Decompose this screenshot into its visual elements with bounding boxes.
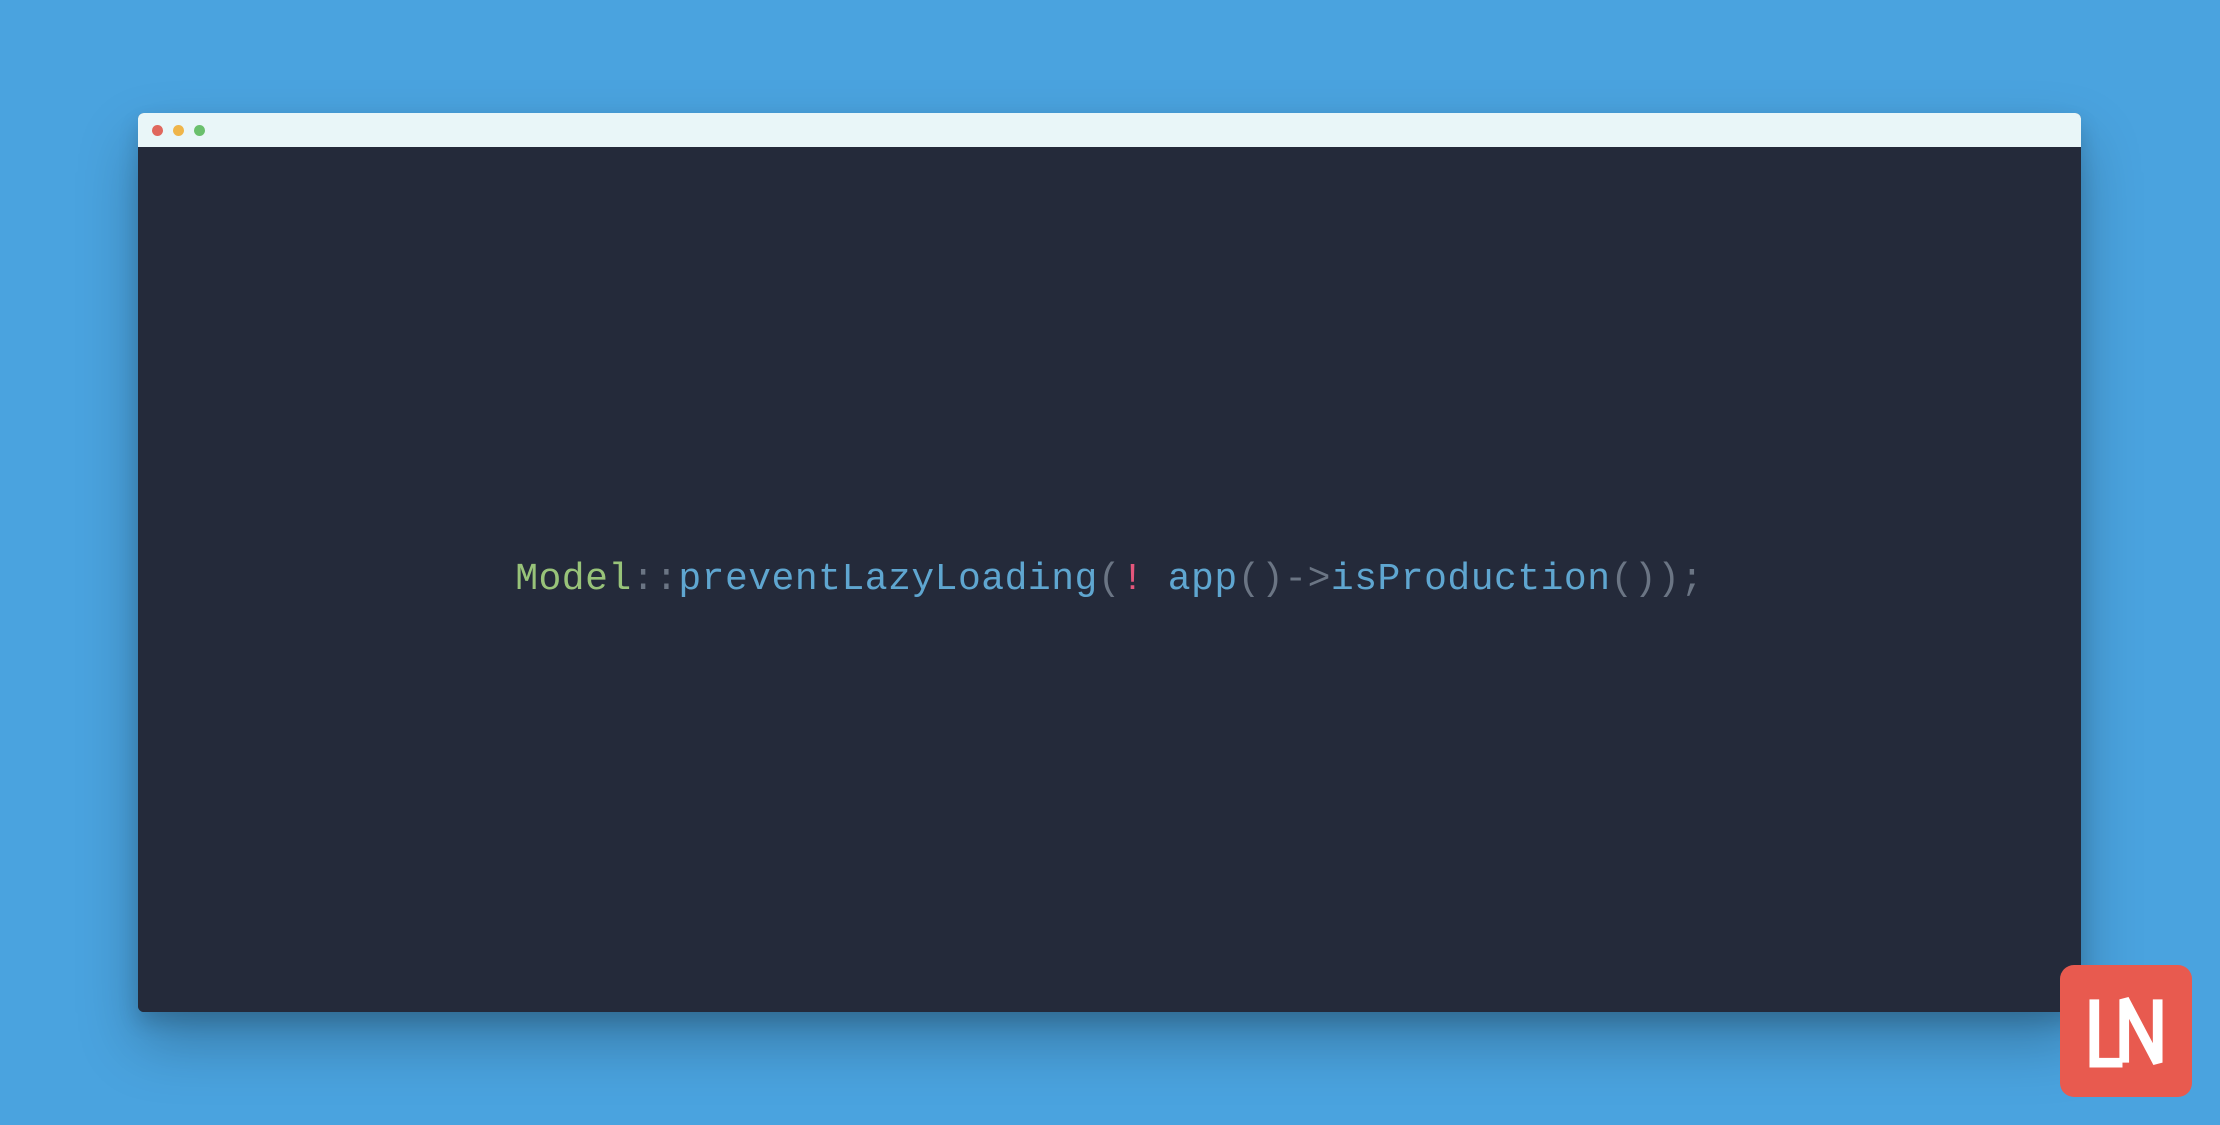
code-token: :: xyxy=(632,558,679,601)
ln-logo-icon xyxy=(2082,987,2170,1075)
editor-window: Model::preventLazyLoading(! app()->isPro… xyxy=(138,113,2081,1012)
code-token: -> xyxy=(1284,558,1331,601)
window-minimize-icon[interactable] xyxy=(173,125,184,136)
code-token: () xyxy=(1238,558,1285,601)
code-token: ! xyxy=(1121,558,1144,601)
window-close-icon[interactable] xyxy=(152,125,163,136)
window-maximize-icon[interactable] xyxy=(194,125,205,136)
code-token: preventLazyLoading xyxy=(678,558,1097,601)
code-token: ( xyxy=(1098,558,1121,601)
code-editor: Model::preventLazyLoading(! app()->isPro… xyxy=(138,147,2081,1012)
code-token: ; xyxy=(1680,558,1703,601)
canvas: Model::preventLazyLoading(! app()->isPro… xyxy=(0,0,2220,1125)
logo-badge xyxy=(2060,965,2192,1097)
code-token: Model xyxy=(515,558,632,601)
code-token: ()) xyxy=(1611,558,1681,601)
code-token: isProduction xyxy=(1331,558,1611,601)
code-token: app xyxy=(1168,558,1238,601)
code-token xyxy=(1144,558,1167,601)
code-line: Model::preventLazyLoading(! app()->isPro… xyxy=(515,551,1704,608)
window-titlebar xyxy=(138,113,2081,147)
